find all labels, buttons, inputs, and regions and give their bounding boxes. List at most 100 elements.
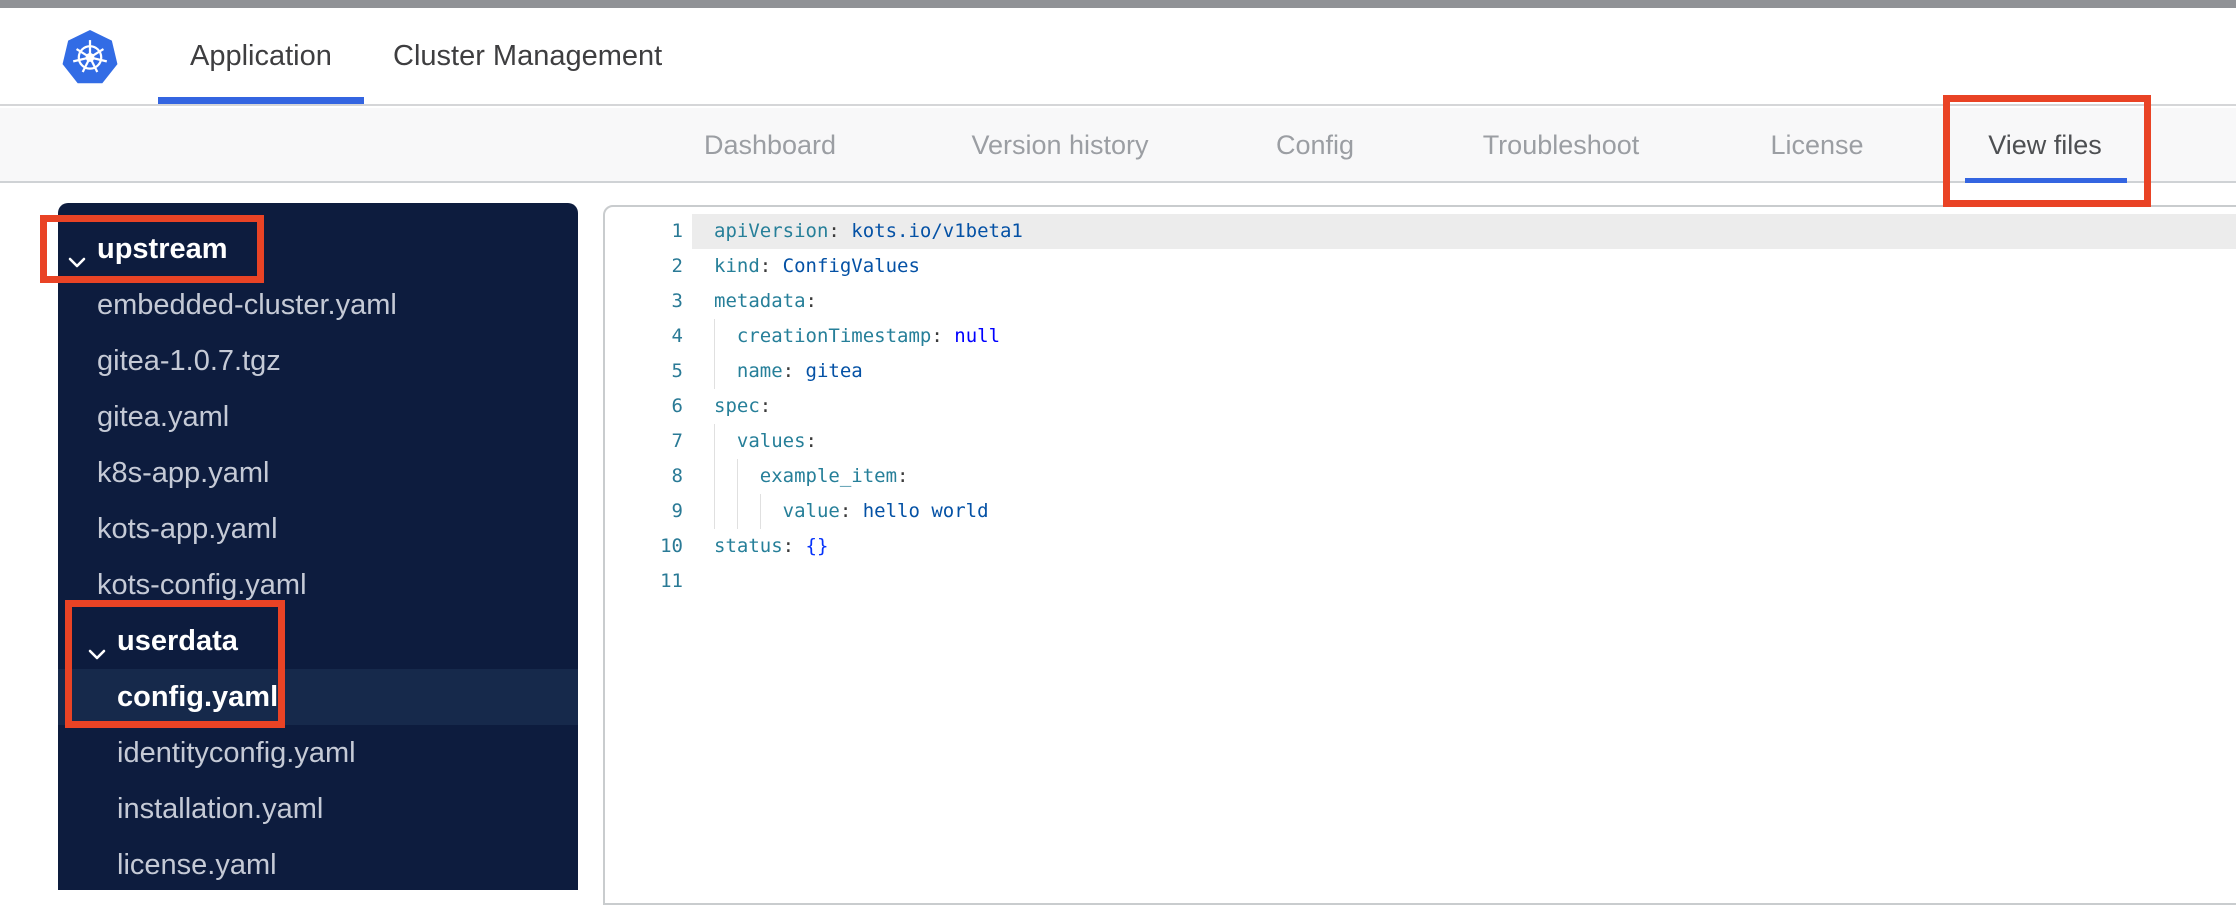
tree-file-embedded-cluster.yaml[interactable]: embedded-cluster.yaml [58, 277, 578, 333]
indent-guide [737, 459, 738, 494]
chevron-down-icon[interactable] [68, 243, 86, 268]
line-number: 7 [671, 430, 683, 452]
tree-item-label: k8s-app.yaml [97, 456, 270, 489]
file-tree-sidebar: upstream embedded-cluster.yaml gitea-1.0.7… [58, 203, 578, 890]
tree-file-gitea.yaml[interactable]: gitea.yaml [58, 389, 578, 445]
code-content: spec: [692, 389, 2236, 424]
code-line-9: 9 value: hello world [605, 494, 2236, 529]
code-line-4: 4 creationTimestamp: null [605, 319, 2236, 354]
token-key: value [782, 500, 840, 522]
tree-item-label: userdata [117, 624, 238, 657]
line-number: 8 [671, 465, 683, 487]
token-key: status [714, 535, 783, 557]
view-files-active-underline [1965, 178, 2127, 183]
line-number: 2 [671, 255, 683, 277]
code-line-1: 1 apiVersion: kots.io/v1beta1 [605, 214, 2236, 249]
token-str: kots.io/v1beta1 [851, 220, 1023, 242]
code-content: value: hello world [692, 494, 2236, 529]
token-key: kind [714, 255, 760, 277]
indent-guide [714, 319, 715, 354]
token-key: name [736, 360, 783, 382]
tree-file-license.yaml[interactable]: license.yaml [58, 837, 578, 893]
code-content: kind: ConfigValues [692, 249, 2236, 284]
line-number: 4 [671, 325, 683, 347]
tree-item-label: installation.yaml [117, 792, 324, 825]
indent-guide [714, 354, 715, 389]
code-line-11: 11 [605, 564, 2236, 599]
tree-file-kots-app.yaml[interactable]: kots-app.yaml [58, 501, 578, 557]
nav-tab-version-history[interactable]: Version history [971, 108, 1148, 183]
line-number: 1 [671, 220, 683, 242]
code-line-10: 10 status: {} [605, 529, 2236, 564]
tree-file-config.yaml[interactable]: config.yaml [58, 669, 578, 725]
code-content: values: [692, 424, 2236, 459]
code-content: status: {} [692, 529, 2236, 564]
token-key: values [736, 430, 806, 452]
token-punct: : [805, 430, 817, 452]
token-key: example_item [759, 465, 898, 487]
tree-file-identityconfig.yaml[interactable]: identityconfig.yaml [58, 725, 578, 781]
line-number: 9 [671, 500, 683, 522]
indent-guide [714, 494, 715, 529]
code-line-8: 8 example_item: [605, 459, 2236, 494]
nav-tab-config[interactable]: Config [1276, 108, 1354, 183]
token-key: spec [714, 395, 760, 417]
application-active-underline [158, 97, 364, 104]
tab-cluster-management[interactable]: Cluster Management [393, 8, 662, 104]
token-punct: : [759, 395, 772, 417]
token-punct: : [782, 535, 806, 557]
indent-guide [760, 494, 761, 529]
tab-application[interactable]: Application [190, 8, 332, 104]
token-key: creationTimestamp [736, 325, 932, 347]
token-key: metadata [714, 290, 806, 312]
tree-folder-upstream[interactable]: upstream [58, 221, 578, 277]
token-punct: : [931, 325, 955, 347]
kubernetes-logo-icon [62, 28, 118, 88]
nav-tab-view-files[interactable]: View files [1988, 108, 2102, 183]
nav-tab-license[interactable]: License [1770, 108, 1863, 183]
tree-item-label: gitea-1.0.7.tgz [97, 344, 281, 377]
code-content: example_item: [692, 459, 2236, 494]
code-line-7: 7 values: [605, 424, 2236, 459]
token-punct: : [897, 465, 909, 487]
code-content: metadata: [692, 284, 2236, 319]
token-kw: null [954, 325, 1001, 347]
indent-guide [737, 494, 738, 529]
token-key: apiVersion [714, 220, 829, 242]
token-punct: : [839, 500, 863, 522]
token-str: hello world [862, 500, 989, 522]
tree-file-gitea-1.0.7.tgz[interactable]: gitea-1.0.7.tgz [58, 333, 578, 389]
code-line-5: 5 name: gitea [605, 354, 2236, 389]
app-header: Application Cluster Management [0, 8, 2236, 106]
tree-folder-userdata[interactable]: userdata [58, 613, 578, 669]
token-brace: {} [805, 535, 829, 557]
token-punct: : [759, 255, 783, 277]
line-number: 11 [660, 570, 683, 592]
tree-file-k8s-app.yaml[interactable]: k8s-app.yaml [58, 445, 578, 501]
nav-tab-troubleshoot[interactable]: Troubleshoot [1483, 108, 1640, 183]
chevron-down-icon[interactable] [88, 635, 106, 660]
token-str: gitea [805, 360, 863, 382]
code-line-2: 2 kind: ConfigValues [605, 249, 2236, 284]
line-number: 10 [660, 535, 683, 557]
tree-item-label: upstream [97, 232, 228, 265]
tree-item-label: kots-config.yaml [97, 568, 307, 601]
code-content: apiVersion: kots.io/v1beta1 [692, 214, 2236, 249]
line-number: 5 [671, 360, 683, 382]
app-navbar: Dashboard Version history Config Troublesho… [0, 108, 2236, 183]
tree-item-label: gitea.yaml [97, 400, 230, 433]
tree-item-label: config.yaml [117, 680, 279, 713]
token-punct: : [805, 290, 817, 312]
code-line-6: 6 spec: [605, 389, 2236, 424]
nav-tab-dashboard[interactable]: Dashboard [704, 108, 836, 183]
yaml-editor[interactable]: 1 apiVersion: kots.io/v1beta1 2 kind: Confi… [603, 205, 2236, 905]
indent-guide [714, 459, 715, 494]
tree-item-label: kots-app.yaml [97, 512, 278, 545]
tree-file-installation.yaml[interactable]: installation.yaml [58, 781, 578, 837]
tree-item-label: identityconfig.yaml [117, 736, 356, 769]
tree-file-kots-config.yaml[interactable]: kots-config.yaml [58, 557, 578, 613]
top-window-strip [0, 0, 2236, 8]
